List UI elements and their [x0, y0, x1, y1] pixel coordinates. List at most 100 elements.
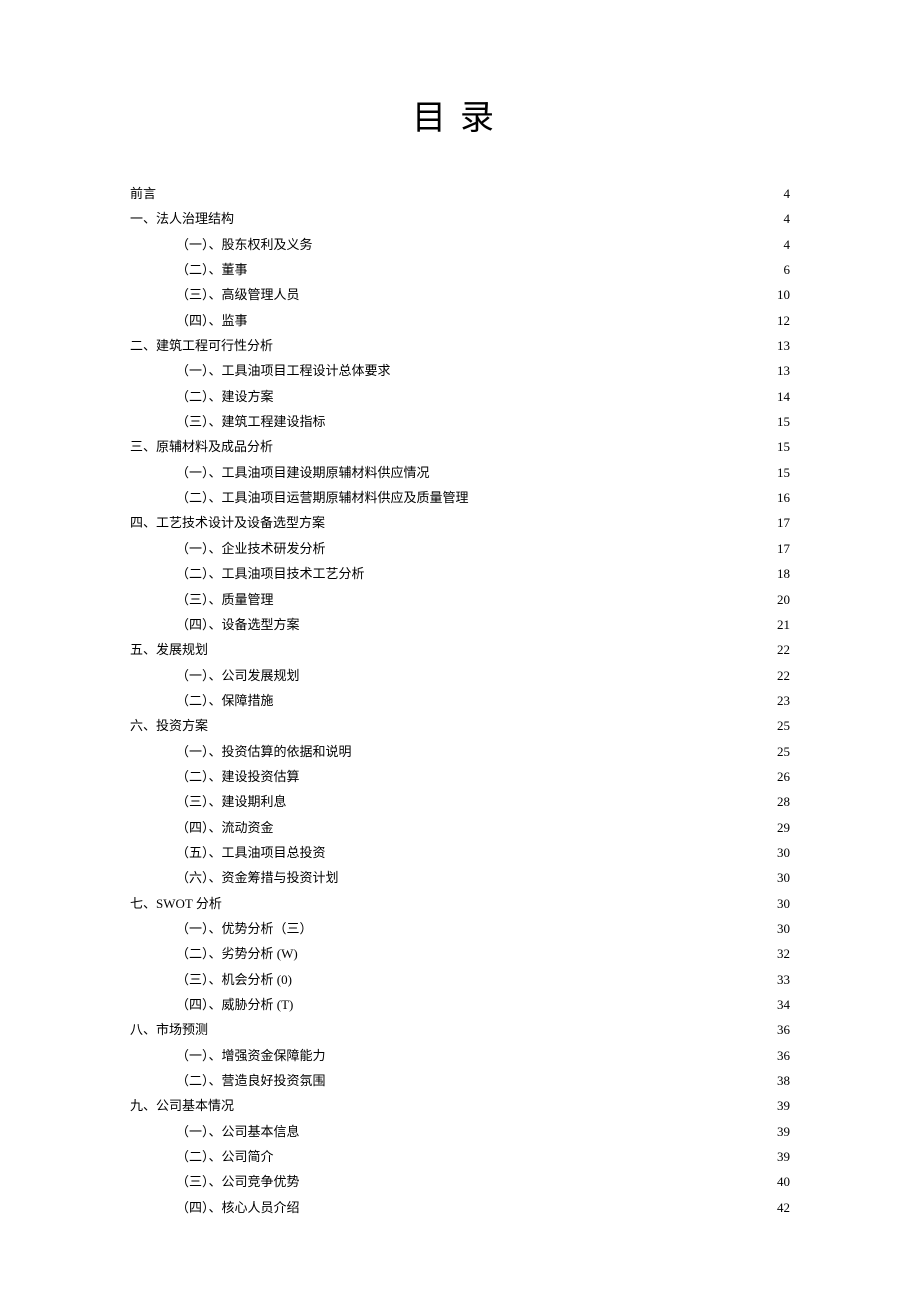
- toc-entry[interactable]: （二）、建设方案14: [130, 384, 790, 409]
- toc-entry[interactable]: （三）、机会分析 (0) 33: [130, 967, 790, 992]
- toc-entry-label: （三）、建设期利息: [176, 789, 287, 814]
- toc-entry[interactable]: （四）、威胁分析 (T) 34: [130, 992, 790, 1017]
- toc-entry-page: 10: [775, 282, 790, 307]
- toc-entry-label: （四）、监事: [176, 308, 248, 333]
- toc-entry-page: 4: [782, 181, 791, 206]
- toc-entry-label: 三、原辅材料及成品分析: [130, 434, 273, 459]
- toc-entry-label: 一、法人治理结构: [130, 206, 234, 231]
- toc-entry[interactable]: （一）、工具油项目工程设计总体要求13: [130, 358, 790, 383]
- toc-entry[interactable]: （一）、股东权利及义务4: [130, 232, 790, 257]
- toc-entry[interactable]: （四）、监事 12: [130, 308, 790, 333]
- toc-leader-dots: [304, 286, 775, 299]
- toc-entry[interactable]: （三）、建筑工程建设指标15: [130, 409, 790, 434]
- toc-entry-page: 25: [775, 739, 790, 764]
- toc-entry[interactable]: （一）、公司基本信息 39: [130, 1119, 790, 1144]
- toc-leader-dots: [291, 793, 775, 806]
- toc-entry[interactable]: 二、建筑工程可行性分析 13: [130, 333, 790, 358]
- toc-entry-label: （六）、资金筹措与投资计划: [176, 865, 339, 890]
- toc-entry-page: 15: [775, 460, 790, 485]
- toc-entry-label: （二）、董事: [176, 257, 248, 282]
- toc-entry-label: （二）、公司简介: [176, 1144, 274, 1169]
- toc-entry-page: 6: [782, 257, 791, 282]
- toc-entry[interactable]: （一）、优势分析（三）30: [130, 916, 790, 941]
- toc-entry-label: （一）、工具油项目建设期原辅材料供应情况: [176, 460, 430, 485]
- toc-entry-label: （三）、质量管理: [176, 587, 274, 612]
- toc-entry[interactable]: 前言4: [130, 181, 790, 206]
- toc-entry[interactable]: 八、市场预测36: [130, 1017, 790, 1042]
- toc-entry-label: （二）、营造良好投资氛围: [176, 1068, 326, 1093]
- toc-entry[interactable]: （一）、企业技术研发分析17: [130, 536, 790, 561]
- toc-leader-dots: [304, 1173, 775, 1186]
- toc-entry[interactable]: 五、发展规划22: [130, 637, 790, 662]
- toc-entry[interactable]: （一）、公司发展规划22: [130, 663, 790, 688]
- toc-entry-page: 26: [775, 764, 790, 789]
- toc-leader-dots: [356, 743, 775, 756]
- toc-entry[interactable]: （二）、工具油项目运营期原辅材料供应及质量管理16: [130, 485, 790, 510]
- toc-entry[interactable]: （五）、工具油项目总投资30: [130, 840, 790, 865]
- toc-entry[interactable]: 九、公司基本情况39: [130, 1093, 790, 1118]
- toc-leader-dots: [473, 489, 775, 502]
- toc-entry-page: 22: [775, 637, 790, 662]
- page-title: 目录: [130, 90, 790, 139]
- toc-entry-page: 33: [775, 967, 790, 992]
- toc-entry-page: 30: [775, 840, 790, 865]
- toc-entry-label: （一）、投资估算的依据和说明: [176, 739, 352, 764]
- toc-leader-dots: [278, 591, 775, 604]
- toc-entry[interactable]: （一）、投资估算的依据和说明 25: [130, 739, 790, 764]
- toc-entry-page: 32: [775, 941, 790, 966]
- toc-leader-dots: [343, 869, 775, 882]
- toc-entry-page: 36: [775, 1043, 790, 1068]
- toc-entry-page: 20: [775, 587, 790, 612]
- toc-entry[interactable]: （三）、高级管理人员 10: [130, 282, 790, 307]
- toc-entry-label: （三）、高级管理人员: [176, 282, 300, 307]
- toc-entry-page: 15: [775, 409, 790, 434]
- toc-entry[interactable]: （二）、公司简介39: [130, 1144, 790, 1169]
- toc-entry-page: 25: [775, 713, 790, 738]
- toc-leader-dots: [278, 819, 775, 832]
- toc-entry-label: （一）、增强资金保障能力: [176, 1043, 326, 1068]
- toc-entry-label: （一）、工具油项目工程设计总体要求: [176, 358, 391, 383]
- toc-leader-dots: [278, 388, 775, 401]
- toc-entry[interactable]: （二）、保障措施23: [130, 688, 790, 713]
- toc-entry[interactable]: 七、SWOT 分析30: [130, 891, 790, 916]
- toc-entry-page: 40: [775, 1169, 790, 1194]
- toc-leader-dots: [434, 464, 775, 477]
- toc-entry[interactable]: （四）、流动资金29: [130, 815, 790, 840]
- toc-entry-label: 八、市场预测: [130, 1017, 208, 1042]
- toc-leader-dots: [330, 1072, 775, 1085]
- toc-entry-label: 二、建筑工程可行性分析: [130, 333, 273, 358]
- toc-entry[interactable]: （三）、公司竞争优势40: [130, 1169, 790, 1194]
- toc-entry-page: 13: [775, 333, 790, 358]
- toc-entry[interactable]: （六）、资金筹措与投资计划 30: [130, 865, 790, 890]
- toc-entry-page: 39: [775, 1119, 790, 1144]
- toc-leader-dots: [304, 1199, 775, 1212]
- toc-leader-dots: [317, 236, 782, 249]
- toc-entry[interactable]: （二）、工具油项目技术工艺分析18: [130, 561, 790, 586]
- toc-entry[interactable]: （一）、工具油项目建设期原辅材料供应情况 15: [130, 460, 790, 485]
- toc-entry-label: （四）、设备选型方案: [176, 612, 300, 637]
- toc-leader-dots: [330, 1047, 775, 1060]
- toc-leader-dots: [302, 945, 775, 958]
- toc-leader-dots: [330, 540, 775, 553]
- toc-leader-dots: [317, 920, 775, 933]
- toc-entry[interactable]: （三）、建设期利息28: [130, 789, 790, 814]
- toc-entry-page: 4: [782, 206, 791, 231]
- toc-entry[interactable]: （一）、增强资金保障能力 36: [130, 1043, 790, 1068]
- toc-entry-label: （一）、公司基本信息: [176, 1119, 300, 1144]
- toc-entry-page: 30: [775, 865, 790, 890]
- toc-entry-page: 22: [775, 663, 790, 688]
- toc-entry[interactable]: （四）、核心人员介绍42: [130, 1195, 790, 1220]
- toc-leader-dots: [304, 667, 775, 680]
- toc-entry[interactable]: （二）、劣势分析 (W) 32: [130, 941, 790, 966]
- toc-entry[interactable]: 三、原辅材料及成品分析15: [130, 434, 790, 459]
- toc-entry[interactable]: （二）、董事 6: [130, 257, 790, 282]
- toc-entry[interactable]: 六、投资方案25: [130, 713, 790, 738]
- toc-entry[interactable]: （二）、营造良好投资氛围38: [130, 1068, 790, 1093]
- toc-entry-page: 12: [775, 308, 790, 333]
- toc-entry[interactable]: （二）、建设投资估算26: [130, 764, 790, 789]
- toc-leader-dots: [238, 1097, 775, 1110]
- toc-entry[interactable]: （四）、设备选型方案21: [130, 612, 790, 637]
- toc-entry[interactable]: 一、法人治理结构 4: [130, 206, 790, 231]
- toc-entry[interactable]: （三）、质量管理 20: [130, 587, 790, 612]
- toc-entry[interactable]: 四、工艺技术设计及设备选型方案17: [130, 510, 790, 535]
